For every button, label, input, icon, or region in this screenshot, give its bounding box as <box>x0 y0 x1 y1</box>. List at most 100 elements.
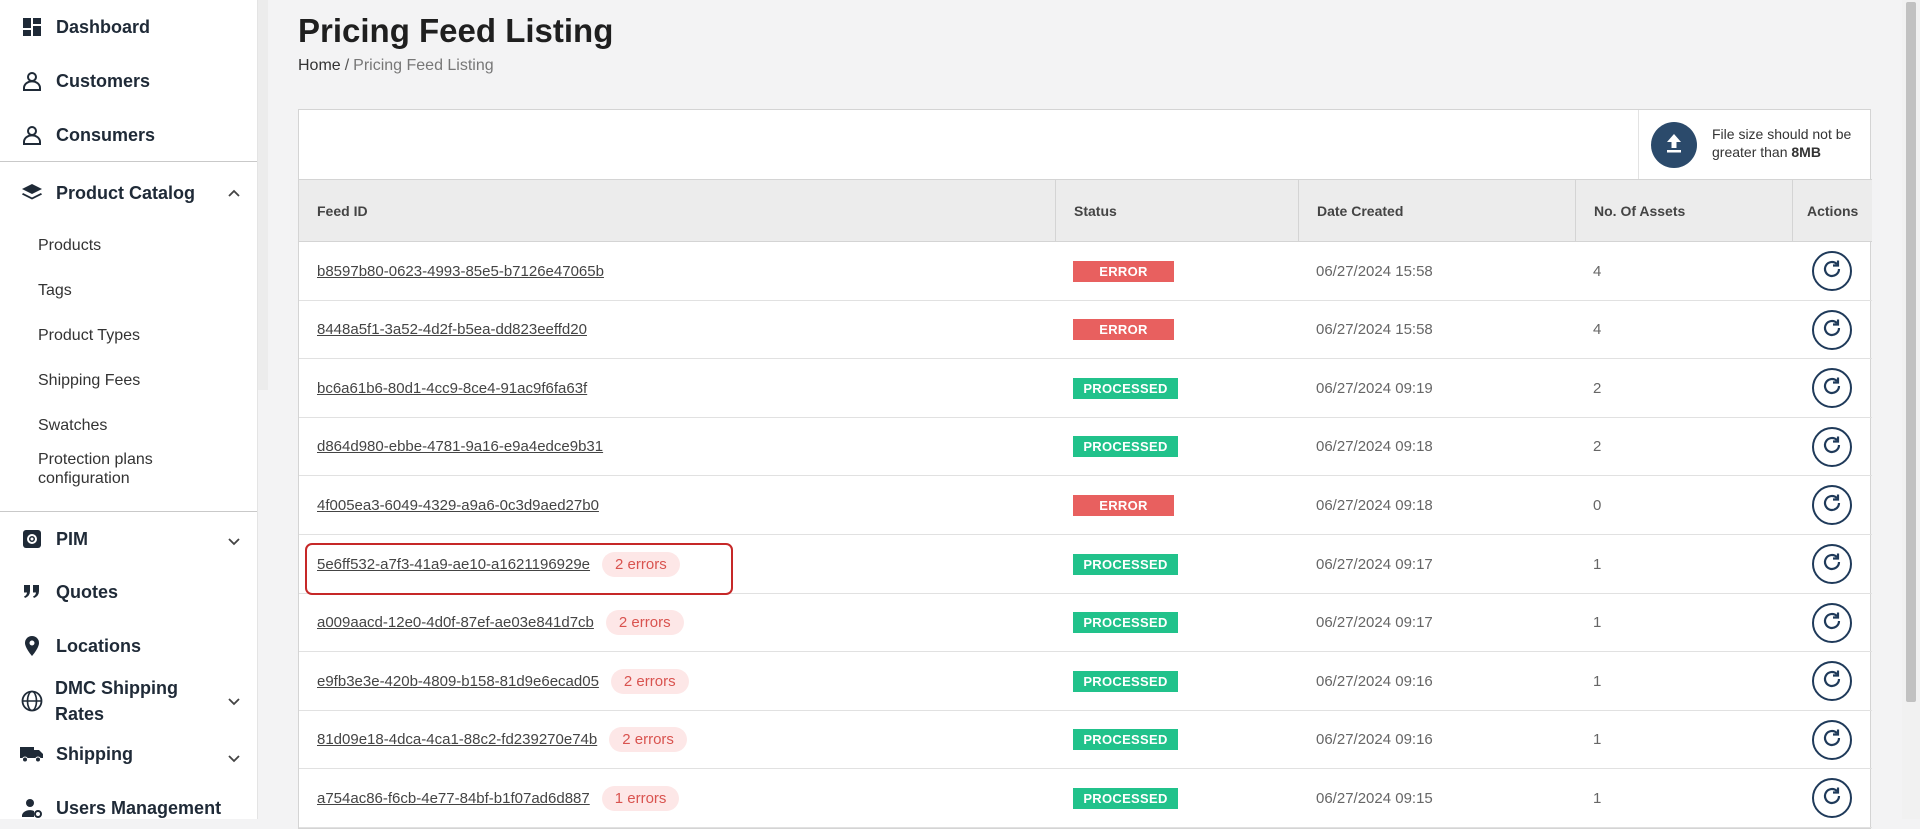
sub-swatches[interactable]: Swatches <box>38 416 238 435</box>
refresh-icon <box>1820 609 1844 637</box>
chevron-down-icon[interactable] <box>226 533 242 549</box>
cell-feed-id: 4f005ea3-6049-4329-a9a6-0c3d9aed27b0 <box>317 476 1047 534</box>
nav-dashboard[interactable]: Dashboard <box>0 13 257 41</box>
cell-status: PROCESSED <box>1073 418 1178 476</box>
reprocess-button[interactable] <box>1812 485 1852 526</box>
sidebar-divider <box>0 161 257 162</box>
status-badge: PROCESSED <box>1073 553 1178 575</box>
upload-button[interactable] <box>1651 122 1697 168</box>
header-feed-id[interactable]: Feed ID <box>299 180 1055 242</box>
feed-id-link[interactable]: a009aacd-12e0-4d0f-87ef-ae03e841d7cb <box>317 614 594 631</box>
location-pin-icon <box>20 634 44 658</box>
sub-protection-plans[interactable]: Protection plans configuration <box>38 450 208 488</box>
cell-feed-id: bc6a61b6-80d1-4cc9-8ce4-91ac9f6fa63f <box>317 359 1047 417</box>
feed-id-link[interactable]: d864d980-ebbe-4781-9a16-e9a4edce9b31 <box>317 438 603 455</box>
feed-id-link[interactable]: 8448a5f1-3a52-4d2f-b5ea-dd823eeffd20 <box>317 321 587 338</box>
page-title: Pricing Feed Listing <box>298 12 614 49</box>
reprocess-button[interactable] <box>1812 368 1852 409</box>
nav-dmc-label: DMC Shipping Rates <box>55 678 178 724</box>
sidebar: Dashboard Customers Consumers Product Ca… <box>0 0 258 819</box>
reprocess-button[interactable] <box>1812 661 1852 702</box>
error-count-badge[interactable]: 2 errors <box>602 551 680 577</box>
error-count-badge[interactable]: 2 errors <box>610 668 689 694</box>
cell-actions <box>1812 652 1852 710</box>
table-header: Feed ID Status Date Created No. Of Asset… <box>299 179 1872 242</box>
nav-locations-label: Locations <box>56 636 142 656</box>
truck-icon <box>20 742 44 766</box>
table-row: bc6a61b6-80d1-4cc9-8ce4-91ac9f6fa63f PROC… <box>299 359 1872 418</box>
main-content: Pricing Feed Listing Home / Pricing Feed… <box>268 0 1920 829</box>
sub-product-types[interactable]: Product Types <box>38 326 238 345</box>
cell-actions <box>1812 476 1852 534</box>
feed-id-link[interactable]: bc6a61b6-80d1-4cc9-8ce4-91ac9f6fa63f <box>317 380 587 397</box>
feed-id-link[interactable]: a754ac86-f6cb-4e77-84bf-b1f07ad6d887 <box>317 790 590 807</box>
chevron-down-icon[interactable] <box>226 750 242 766</box>
table-row: 81d09e18-4dca-4ca1-88c2-fd239270e74b 2 er… <box>299 711 1872 770</box>
nav-quotes-label: Quotes <box>56 582 119 602</box>
feed-id-link[interactable]: e9fb3e3e-420b-4809-b158-81d9e6ecad05 <box>317 673 599 690</box>
reprocess-button[interactable] <box>1812 719 1852 760</box>
cell-feed-id: 81d09e18-4dca-4ca1-88c2-fd239270e74b 2 er… <box>317 711 1047 769</box>
error-count-badge[interactable]: 2 errors <box>609 727 687 753</box>
cell-status: PROCESSED <box>1073 359 1178 417</box>
status-badge: PROCESSED <box>1073 377 1178 399</box>
feed-id-link[interactable]: b8597b80-0623-4993-85e5-b7126e47065b <box>317 263 604 280</box>
status-badge: ERROR <box>1073 494 1174 516</box>
cell-actions <box>1812 418 1852 476</box>
nav-product-catalog[interactable]: Product Catalog <box>0 179 257 207</box>
table-row: b8597b80-0623-4993-85e5-b7126e47065b ERRO… <box>299 242 1872 301</box>
refresh-icon <box>1820 667 1844 695</box>
breadcrumb-home[interactable]: Home <box>298 57 341 75</box>
breadcrumb-separator: / <box>344 57 350 74</box>
reprocess-button[interactable] <box>1812 778 1852 819</box>
cell-date-created: 06/27/2024 15:58 <box>1316 262 1433 280</box>
nav-users-management[interactable]: Users Management <box>0 794 257 819</box>
reprocess-button[interactable] <box>1812 544 1852 584</box>
chevron-down-icon[interactable] <box>226 693 242 709</box>
chevron-up-icon[interactable] <box>226 185 242 201</box>
refresh-icon <box>1820 491 1844 519</box>
cell-assets-count: 2 <box>1593 438 1602 456</box>
nav-shipping[interactable]: Shipping <box>0 740 257 768</box>
sidebar-scrollbar[interactable] <box>258 0 268 390</box>
feed-id-link[interactable]: 81d09e18-4dca-4ca1-88c2-fd239270e74b <box>317 731 597 748</box>
quote-icon <box>20 580 44 604</box>
table-row: 5e6ff532-a7f3-41a9-ae10-a1621196929e 2 er… <box>299 535 1872 595</box>
reprocess-button[interactable] <box>1812 251 1852 291</box>
nav-pim[interactable]: PIM <box>0 525 257 553</box>
cell-feed-id: e9fb3e3e-420b-4809-b158-81d9e6ecad05 2 er… <box>317 652 1047 710</box>
table-row: a009aacd-12e0-4d0f-87ef-ae03e841d7cb 2 er… <box>299 594 1872 653</box>
feed-id-link[interactable]: 5e6ff532-a7f3-41a9-ae10-a1621196929e <box>317 556 590 573</box>
nav-dashboard-label: Dashboard <box>56 17 151 37</box>
error-count-badge[interactable]: 1 errors <box>601 785 680 811</box>
nav-consumers[interactable]: Consumers <box>0 121 257 149</box>
upload-note-text: File size should not be greater than <box>1712 126 1852 160</box>
reprocess-button[interactable] <box>1812 602 1852 643</box>
nav-locations[interactable]: Locations <box>0 632 257 660</box>
upload-size-note: File size should not be greater than 8MB <box>1712 125 1862 161</box>
reprocess-button[interactable] <box>1812 309 1852 350</box>
cell-status: PROCESSED <box>1073 535 1178 593</box>
header-assets[interactable]: No. Of Assets <box>1575 180 1792 242</box>
refresh-icon <box>1820 784 1844 812</box>
cell-feed-id: d864d980-ebbe-4781-9a16-e9a4edce9b31 <box>317 418 1047 476</box>
header-date-created[interactable]: Date Created <box>1298 180 1575 242</box>
refresh-icon <box>1820 374 1844 402</box>
nav-customers[interactable]: Customers <box>0 67 257 95</box>
header-status[interactable]: Status <box>1055 180 1298 242</box>
upload-note-size: 8MB <box>1791 144 1821 160</box>
page-scrollbar[interactable] <box>1902 0 1920 819</box>
nav-quotes[interactable]: Quotes <box>0 578 257 606</box>
refresh-icon <box>1820 433 1844 461</box>
feed-id-link[interactable]: 4f005ea3-6049-4329-a9a6-0c3d9aed27b0 <box>317 497 599 514</box>
sub-shipping-fees[interactable]: Shipping Fees <box>38 371 238 390</box>
nav-dmc-shipping-rates[interactable]: DMC Shipping Rates <box>0 673 257 729</box>
upload-arrow-icon <box>1664 132 1684 159</box>
sub-products[interactable]: Products <box>38 236 238 255</box>
reprocess-button[interactable] <box>1812 426 1852 467</box>
scrollbar-thumb[interactable] <box>1906 2 1916 702</box>
sub-tags[interactable]: Tags <box>38 281 238 300</box>
cell-assets-count: 0 <box>1593 496 1602 514</box>
cell-status: ERROR <box>1073 242 1174 300</box>
error-count-badge[interactable]: 2 errors <box>605 610 684 636</box>
